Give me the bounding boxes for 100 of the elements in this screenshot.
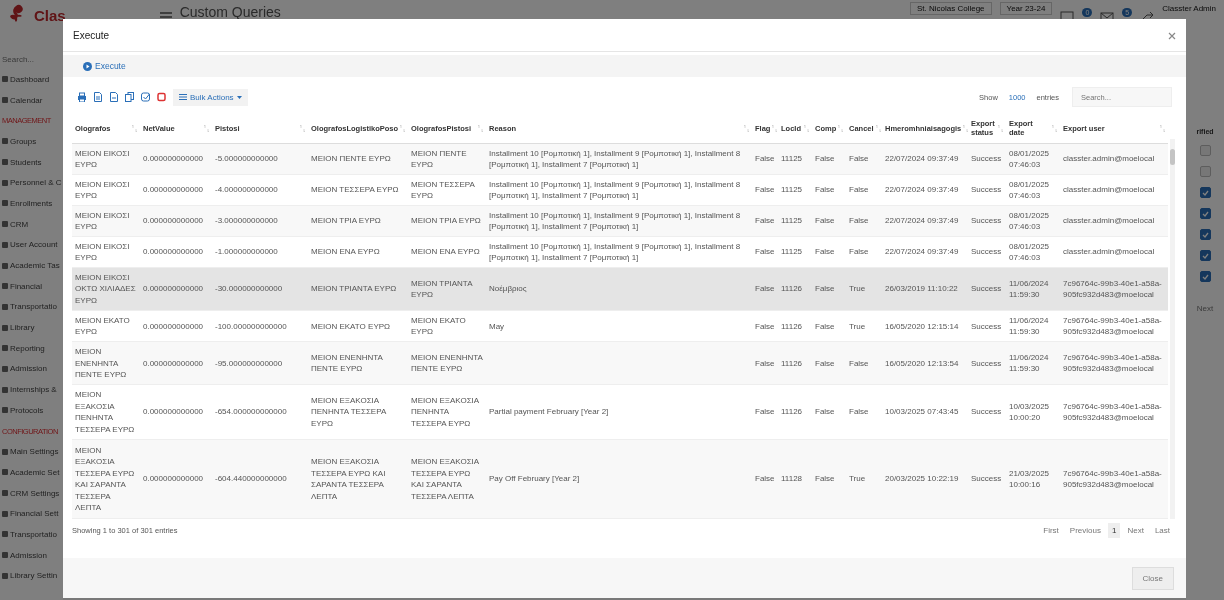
table-cell: ΜΕΙΟΝ ΤΡΙΑΝΤΑ ΕΥΡΩ: [408, 267, 486, 311]
table-cell: False: [846, 341, 882, 385]
table-cell: ΜΕΙΟΝ ΕΝΑ ΕΥΡΩ: [308, 236, 408, 268]
sidebar-item[interactable]: Calendar: [10, 95, 43, 105]
sidebar-item[interactable]: Transportatio: [10, 529, 57, 539]
sidebar-item[interactable]: Protocols: [10, 405, 44, 415]
square-icon: [2, 407, 8, 414]
table-cell: ΜΕΙΟΝ ΤΡΙΑ ΕΥΡΩ: [308, 205, 408, 237]
table-cell: 08/01/2025 07:46:03: [1006, 174, 1060, 206]
sort-icon[interactable]: [478, 124, 483, 132]
bulk-actions-button[interactable]: Bulk Actions: [173, 88, 248, 106]
checkbox[interactable]: [1199, 166, 1211, 177]
execute-button[interactable]: Execute: [83, 61, 126, 71]
pagination-button[interactable]: Last: [1150, 523, 1174, 538]
table-cell: False: [752, 205, 778, 237]
sidebar-item[interactable]: Transportatio: [10, 302, 57, 312]
table-cell: 0.000000000000: [140, 143, 212, 175]
sort-icon[interactable]: [1160, 124, 1165, 132]
checkbox[interactable]: [1199, 250, 1211, 261]
table-cell: False: [812, 384, 846, 440]
sidebar-item[interactable]: Internships &: [10, 385, 57, 395]
table-cell: Νοέμβριος: [486, 267, 752, 311]
table-cell: -1.000000000000: [212, 236, 308, 268]
sidebar-item[interactable]: Enrollments: [10, 198, 53, 208]
sidebar-item[interactable]: CRM: [10, 219, 29, 229]
document-icon[interactable]: [109, 92, 118, 102]
table-cell: 08/01/2025 07:46:03: [1006, 205, 1060, 237]
table-cell: False: [812, 205, 846, 237]
table-cell: 16/05/2020 12:13:54: [882, 341, 968, 385]
pagination-button[interactable]: Previous: [1065, 523, 1105, 538]
sidebar-item[interactable]: CRM Settings: [10, 488, 60, 498]
checkbox[interactable]: [1199, 208, 1211, 219]
table-cell: ΜΕΙΟΝ ΤΕΣΣΕΡΑ ΕΥΡΩ: [408, 174, 486, 206]
pagination-button[interactable]: 1: [1107, 523, 1121, 538]
checkbox[interactable]: [1199, 145, 1211, 156]
table-cell: Success: [968, 236, 1006, 268]
table-cell: 11128: [778, 439, 812, 519]
sort-icon[interactable]: [744, 124, 749, 132]
sort-icon[interactable]: [300, 124, 305, 132]
sort-icon[interactable]: [772, 124, 778, 132]
square-icon: [2, 386, 8, 393]
sidebar-item[interactable]: Financial Sett: [10, 509, 59, 519]
sidebar-item[interactable]: Main Settings: [10, 447, 59, 457]
document-icon[interactable]: [93, 92, 102, 102]
dialog-title: Execute: [73, 29, 110, 41]
sort-icon[interactable]: [838, 124, 844, 132]
table-cell: ΜΕΙΟΝ ΕΞΑΚΟΣΙΑ ΤΕΣΣΕΡΑ ΕΥΡΩ ΚΑΙ ΣΑΡΑΝΤΑ ΤΕΣΣΕΡΑ ΛΕΠΤΑ: [72, 439, 140, 519]
sidebar-item[interactable]: Academic Set: [10, 467, 60, 477]
checkbox[interactable]: [1199, 229, 1211, 240]
sidebar-item[interactable]: Academic Tas: [10, 261, 60, 271]
square-icon: [2, 179, 8, 186]
table-cell: 0.000000000000: [140, 384, 212, 440]
table-cell: False: [812, 236, 846, 268]
table-cell: False: [846, 143, 882, 175]
next-link[interactable]: Next: [1196, 304, 1214, 313]
year-selector[interactable]: Year 23-24: [999, 2, 1053, 15]
pagination-button[interactable]: First: [1039, 523, 1063, 538]
copy-icon[interactable]: [125, 92, 134, 102]
table-cell: False: [752, 236, 778, 268]
square-icon: [2, 490, 8, 497]
sidebar-item[interactable]: Dashboard: [10, 74, 50, 84]
sort-icon[interactable]: [204, 124, 209, 132]
play-icon: [83, 61, 92, 71]
sort-icon[interactable]: [998, 124, 1003, 132]
checkbox[interactable]: [1199, 187, 1211, 198]
table-cell: 0.000000000000: [140, 267, 212, 311]
check-icon[interactable]: [141, 92, 150, 102]
sidebar-item[interactable]: Library Settin: [10, 571, 58, 581]
sidebar-item[interactable]: Admission: [10, 550, 47, 560]
table-row[interactable]: [72, 143, 1168, 175]
checkbox[interactable]: [1199, 271, 1211, 282]
sidebar-item[interactable]: Students: [10, 157, 42, 167]
sort-icon[interactable]: [875, 124, 881, 132]
sort-icon[interactable]: [1052, 124, 1057, 132]
sidebar-item[interactable]: Groups: [10, 136, 37, 146]
sort-icon[interactable]: [132, 124, 137, 132]
scrollbar[interactable]: [1170, 139, 1175, 519]
close-button[interactable]: Close: [1131, 566, 1174, 590]
sort-icon[interactable]: [400, 124, 406, 132]
sort-icon[interactable]: [804, 124, 809, 132]
table-cell: False: [812, 174, 846, 206]
printer-icon[interactable]: [77, 92, 86, 102]
sidebar-item[interactable]: User Account: [10, 240, 58, 250]
sidebar-item[interactable]: Reporting: [10, 343, 45, 353]
sidebar-item[interactable]: Personnel & C: [10, 178, 62, 188]
table-cell: ΜΕΙΟΝ ΕΙΚΟΣΙ ΕΥΡΩ: [72, 174, 140, 206]
school-selector[interactable]: St. Nicolas College: [909, 2, 992, 15]
search-field[interactable]: Search...: [2, 51, 60, 69]
user-menu[interactable]: Classter Admin: [1162, 4, 1216, 13]
table-cell: 22/07/2024 09:37:49: [882, 174, 968, 206]
sort-icon[interactable]: [963, 124, 969, 132]
pagination-button[interactable]: Next: [1123, 523, 1148, 538]
sidebar-item[interactable]: Financial: [10, 281, 42, 291]
table-cell: 0.000000000000: [140, 174, 212, 206]
table-cell: 0.000000000000: [140, 236, 212, 268]
sidebar-item[interactable]: Admission: [10, 364, 47, 374]
table-cell: ΜΕΙΟΝ ΕΚΑΤΟ ΕΥΡΩ: [308, 310, 408, 342]
stop-icon[interactable]: [157, 92, 166, 102]
table-row[interactable]: [72, 267, 1168, 311]
sidebar-item[interactable]: Library: [10, 323, 35, 333]
